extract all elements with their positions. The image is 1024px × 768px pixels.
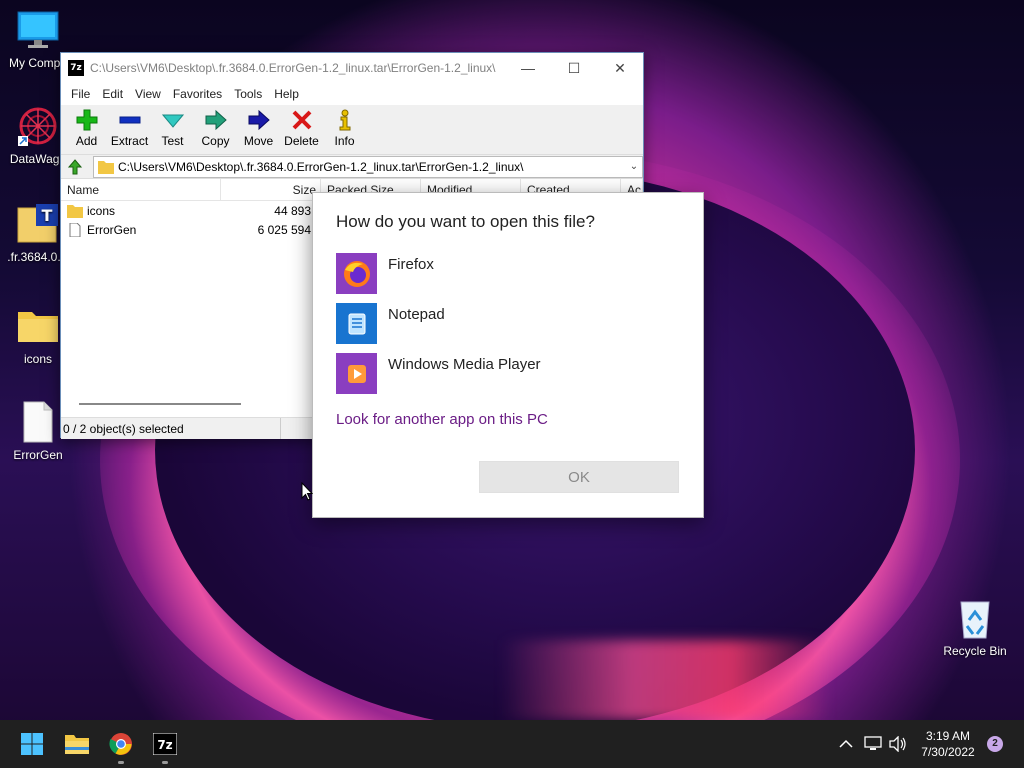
monitor-icon (16, 8, 60, 52)
copy-button[interactable]: Copy (194, 105, 237, 148)
taskbar-file-explorer[interactable] (57, 720, 97, 768)
selection-status: 0 / 2 object(s) selected (61, 418, 281, 439)
windows-logo-icon (21, 733, 43, 755)
menu-tools[interactable]: Tools (228, 87, 268, 101)
horizontal-scrollbar[interactable] (63, 399, 313, 409)
add-button[interactable]: Add (65, 105, 108, 148)
close-button[interactable]: ✕ (597, 53, 643, 83)
chevron-down-icon[interactable]: ⌄ (626, 161, 642, 172)
app-option-firefox[interactable]: Firefox (336, 253, 676, 295)
info-button[interactable]: Info (323, 105, 366, 148)
window-title: C:\Users\VM6\Desktop\.fr.3684.0.ErrorGen… (90, 61, 496, 75)
svg-text:T: T (42, 206, 53, 225)
file-icon (16, 400, 60, 444)
file-icon (69, 222, 81, 237)
column-name[interactable]: Name (61, 178, 221, 201)
menu-bar: File Edit View Favorites Tools Help (61, 83, 643, 105)
delete-x-icon (280, 109, 323, 131)
menu-help[interactable]: Help (268, 87, 305, 101)
chrome-icon (109, 733, 132, 755)
desktop-icon-recycle-bin[interactable]: Recycle Bin (935, 596, 1015, 658)
check-icon (151, 109, 194, 131)
archive-icon: T (16, 202, 60, 246)
clock-time: 3:19 AM (925, 729, 971, 743)
menu-favorites[interactable]: Favorites (167, 87, 228, 101)
move-arrow-icon (237, 109, 280, 131)
menu-edit[interactable]: Edit (96, 87, 129, 101)
menu-file[interactable]: File (65, 87, 96, 101)
clock[interactable]: 3:19 AM 7/30/2022 (912, 728, 984, 760)
move-button[interactable]: Move (237, 105, 280, 148)
clock-date: 7/30/2022 (921, 745, 975, 759)
address-bar: C:\Users\VM6\Desktop\.fr.3684.0.ErrorGen… (61, 155, 643, 179)
minus-icon (108, 109, 151, 131)
start-button[interactable] (12, 720, 52, 768)
wallpaper-streak (500, 640, 830, 720)
volume-icon[interactable] (887, 720, 909, 768)
7zip-app-icon: 7z (68, 60, 84, 76)
firefox-icon (336, 253, 377, 294)
test-button[interactable]: Test (151, 105, 194, 148)
menu-view[interactable]: View (129, 87, 167, 101)
delete-button[interactable]: Delete (280, 105, 323, 148)
open-with-dialog: How do you want to open this file? Firef… (312, 192, 704, 518)
taskbar: 7z 3:19 AM 7/30/2022 (0, 720, 1024, 768)
taskbar-chrome[interactable] (101, 720, 141, 768)
column-size[interactable]: Size (221, 178, 321, 201)
dialog-question: How do you want to open this file? (336, 212, 595, 231)
ok-button[interactable]: OK (479, 461, 679, 493)
app-option-notepad[interactable]: Notepad (336, 303, 676, 345)
maximize-button[interactable]: ☐ (551, 53, 597, 83)
toolbar: Add Extract Test Copy Move Delete Info (61, 105, 643, 155)
info-icon (323, 109, 366, 131)
folder-icon (16, 304, 60, 348)
path-text: C:\Users\VM6\Desktop\.fr.3684.0.ErrorGen… (118, 159, 524, 174)
notepad-icon (336, 303, 377, 344)
copy-arrow-icon (194, 109, 237, 131)
media-player-icon (336, 353, 377, 394)
file-explorer-icon (65, 735, 89, 754)
extract-button[interactable]: Extract (108, 105, 151, 148)
recycle-bin-icon (953, 596, 997, 640)
mouse-cursor-icon (301, 482, 313, 501)
network-icon[interactable] (862, 720, 884, 768)
7zip-taskbar-icon: 7z (153, 733, 177, 755)
taskbar-7zip[interactable]: 7z (145, 720, 185, 768)
up-folder-icon[interactable] (65, 157, 85, 177)
folder-icon (98, 160, 114, 174)
datawagon-icon (16, 104, 60, 148)
titlebar[interactable]: 7z C:\Users\VM6\Desktop\.fr.3684.0.Error… (61, 53, 643, 83)
svg-text:7z: 7z (157, 738, 172, 752)
chevron-up-icon[interactable] (836, 720, 856, 768)
look-for-another-app-link[interactable]: Look for another app on this PC (336, 411, 548, 428)
notification-badge[interactable]: 2 (987, 736, 1003, 752)
folder-icon (67, 204, 83, 218)
app-option-windows-media-player[interactable]: Windows Media Player (336, 353, 676, 395)
path-field[interactable]: C:\Users\VM6\Desktop\.fr.3684.0.ErrorGen… (93, 155, 643, 178)
plus-icon (65, 109, 108, 131)
minimize-button[interactable]: — (505, 53, 551, 83)
